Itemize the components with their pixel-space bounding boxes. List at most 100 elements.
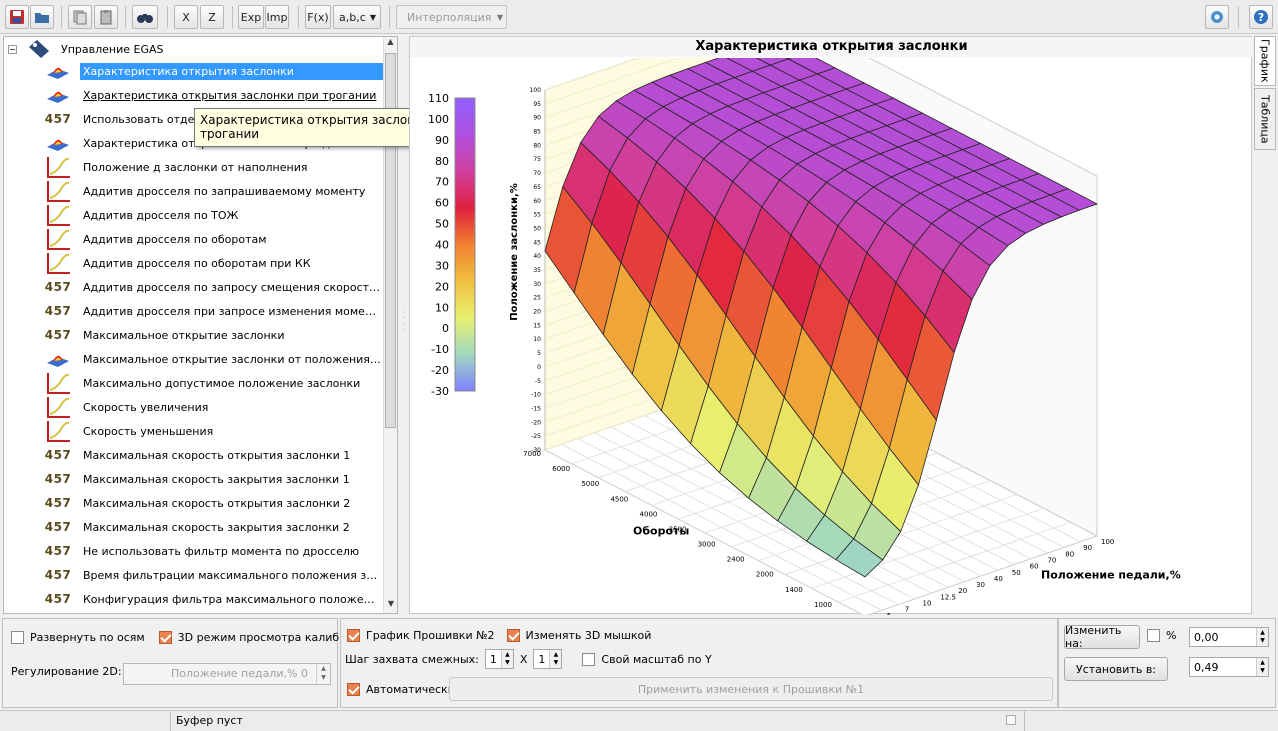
copy-icon[interactable] <box>68 5 92 29</box>
percent-checkbox[interactable] <box>1147 629 1160 642</box>
colorbar-tick-label: 10 <box>435 301 449 314</box>
z-tick-label: 60 <box>533 198 541 205</box>
y-tick-label: 90 <box>1083 544 1092 552</box>
z-tick-label: 55 <box>533 212 541 219</box>
tab-table[interactable]: Таблица <box>1254 88 1276 150</box>
export-button[interactable]: Exp <box>238 5 264 29</box>
z-tick-label: 100 <box>530 87 542 94</box>
z-tick-label: 95 <box>533 101 541 108</box>
tree-item[interactable]: 457 Не использовать фильтр момента по дро… <box>44 539 384 563</box>
z-tick-label: 75 <box>533 156 541 163</box>
tree-root-label: Управление EGAS <box>61 42 164 56</box>
function-button[interactable]: F(x) <box>305 5 331 29</box>
tree-item[interactable]: 457 Время фильтрации максимального положе… <box>44 563 384 587</box>
settings-gear-icon[interactable] <box>1205 5 1229 29</box>
spin-arrows-icon[interactable]: ▲ ▼ <box>316 664 330 684</box>
expand-axes-checkbox[interactable] <box>11 631 24 644</box>
tree-item[interactable]: 457 Максимальная скорость открытия заслон… <box>44 491 384 515</box>
splitter-handle[interactable]: · · · · <box>401 309 407 340</box>
tree-item[interactable]: Положение д заслонки от наполнения <box>44 155 384 179</box>
tree-item-label: Максимально допустимое положение заслонк… <box>83 376 361 390</box>
tree-item[interactable]: 457 Максимальная скорость открытия заслон… <box>44 443 384 467</box>
expand-axes-label: Развернуть по осям <box>30 631 145 644</box>
tree-item[interactable]: Скорость уменьшения <box>44 419 384 443</box>
tree-item-label: Аддитив дросселя при запросе изменения м… <box>83 304 384 318</box>
z-tick-label: 10 <box>533 336 541 343</box>
change-3d-mouse-checkbox[interactable] <box>506 629 520 642</box>
z-axis-button[interactable]: Z <box>200 5 224 29</box>
x-tick-label: 6000 <box>552 465 570 473</box>
collapse-icon[interactable]: − <box>8 44 17 54</box>
colorbar-tick-label: 40 <box>435 239 449 252</box>
z-tick-label: -15 <box>531 405 541 412</box>
apply-changes-button[interactable]: Применить изменения к Прошивки №1 <box>449 677 1053 701</box>
interpolation-dropdown[interactable]: Интерполяция ▼ <box>396 5 507 29</box>
scroll-down-icon[interactable]: ▼ <box>384 599 397 613</box>
tree-item[interactable]: 457 Максимальное открытие заслонки <box>44 323 384 347</box>
tree-item[interactable]: 457 Аддитив дросселя по запросу смещения … <box>44 275 384 299</box>
surface-chart[interactable]: 1101009080706050403020100-10-20-30-30-25… <box>410 58 1253 615</box>
constant-457-icon: 457 <box>44 280 72 294</box>
y-tick-label: 40 <box>994 575 1003 583</box>
chart-panel: Характеристика открытия заслонки 110 100 9… <box>409 36 1253 615</box>
tree-item[interactable]: Аддитив дросселя по ТОЖ <box>44 203 384 227</box>
scroll-up-icon[interactable]: ▲ <box>384 37 397 51</box>
x-axis-button[interactable]: X <box>174 5 198 29</box>
colorbar-tick-label: 80 <box>435 155 449 168</box>
open-folder-icon[interactable] <box>30 5 54 29</box>
tree-item[interactable]: Аддитив дросселя по оборотам <box>44 227 384 251</box>
x-axis-label: Обороты <box>633 524 689 537</box>
set-value-spinner[interactable]: 0,49 ▲ ▼ <box>1189 657 1269 677</box>
z-axis-label: Положение заслонки,% <box>509 183 520 321</box>
tree-item[interactable]: Скорость увеличения <box>44 395 384 419</box>
tree-item[interactable]: 457 Максимальная скорость закрытия заслон… <box>44 467 384 491</box>
tree-item[interactable]: 457 Конфигурация фильтра максимального по… <box>44 587 384 611</box>
view-options-group: Развернуть по осям 3D режим просмотра ка… <box>2 618 373 708</box>
tree-item[interactable]: 457 Максимальная скорость закрытия заслон… <box>44 515 384 539</box>
tree-item[interactable]: Аддитив дросселя по оборотам при КК <box>44 251 384 275</box>
step-x-spinner[interactable]: 1 ▲ ▼ <box>484 649 514 669</box>
tree-item[interactable]: Характеристика открытия заслонки <box>44 59 384 83</box>
change-value-spinner[interactable]: 0,00 ▲ ▼ <box>1189 627 1269 647</box>
mode-3d-checkbox[interactable] <box>158 631 172 644</box>
graph-fw2-checkbox[interactable] <box>347 629 360 642</box>
curve-chart-icon <box>44 204 72 226</box>
own-scale-y-checkbox[interactable] <box>582 652 596 666</box>
tab-graph[interactable]: График <box>1254 36 1276 86</box>
tree-item-label: Характеристика открытия заслонки <box>80 62 384 80</box>
y-tick-label: 20 <box>958 587 967 595</box>
z-tick-label: 20 <box>533 309 541 316</box>
auto-label: Автоматически <box>366 683 455 696</box>
z-tick-label: 15 <box>533 322 541 329</box>
change-by-button[interactable]: Изменить на: <box>1064 624 1140 650</box>
z-tick-label: 50 <box>533 225 541 232</box>
constant-457-icon: 457 <box>44 448 72 462</box>
paste-icon[interactable] <box>94 5 118 29</box>
status-indicator <box>1006 715 1016 725</box>
tree-item[interactable]: Аддитив дросселя по запрашиваемому момен… <box>44 179 384 203</box>
tree-item[interactable]: Максимальное открытие заслонки от положе… <box>44 347 384 371</box>
step-y-spinner[interactable]: 1 ▲ ▼ <box>533 649 563 669</box>
main-toolbar: X Z Exp Imp F(x) a,b,c ▼ Интерполяция ▼ … <box>0 0 1278 34</box>
tree-item[interactable]: Характеристика открытия заслонки при тро… <box>44 83 384 107</box>
z-tick-label: -25 <box>531 433 541 440</box>
z-tick-label: 35 <box>533 267 541 274</box>
coefficients-dropdown[interactable]: a,b,c ▼ <box>333 5 381 29</box>
y-tick-label: 12.5 <box>940 593 956 601</box>
set-to-button[interactable]: Установить в: <box>1064 657 1168 681</box>
curve-chart-icon <box>44 372 72 394</box>
colorbar-tick-label: 20 <box>435 280 449 293</box>
import-button[interactable]: Imp <box>265 5 289 29</box>
x-tick-label: 2000 <box>756 571 774 579</box>
tree-root-egas[interactable]: − Управление EGAS <box>8 39 164 59</box>
reg-2d-select[interactable]: Положение педали,% 0 ▲ ▼ <box>123 663 331 685</box>
chart-title: Характеристика открытия заслонки <box>410 37 1253 57</box>
tree-item[interactable]: Максимально допустимое положение заслонк… <box>44 371 384 395</box>
tree-item[interactable]: 457 Аддитив дросселя при запросе изменени… <box>44 299 384 323</box>
save-icon[interactable] <box>5 5 29 29</box>
auto-checkbox[interactable] <box>347 683 360 696</box>
help-icon[interactable]: ? <box>1249 5 1273 29</box>
binoculars-icon[interactable] <box>132 5 158 29</box>
colorbar-tick-label: 100 <box>428 113 449 126</box>
colorbar-tick-label: 70 <box>435 176 449 189</box>
